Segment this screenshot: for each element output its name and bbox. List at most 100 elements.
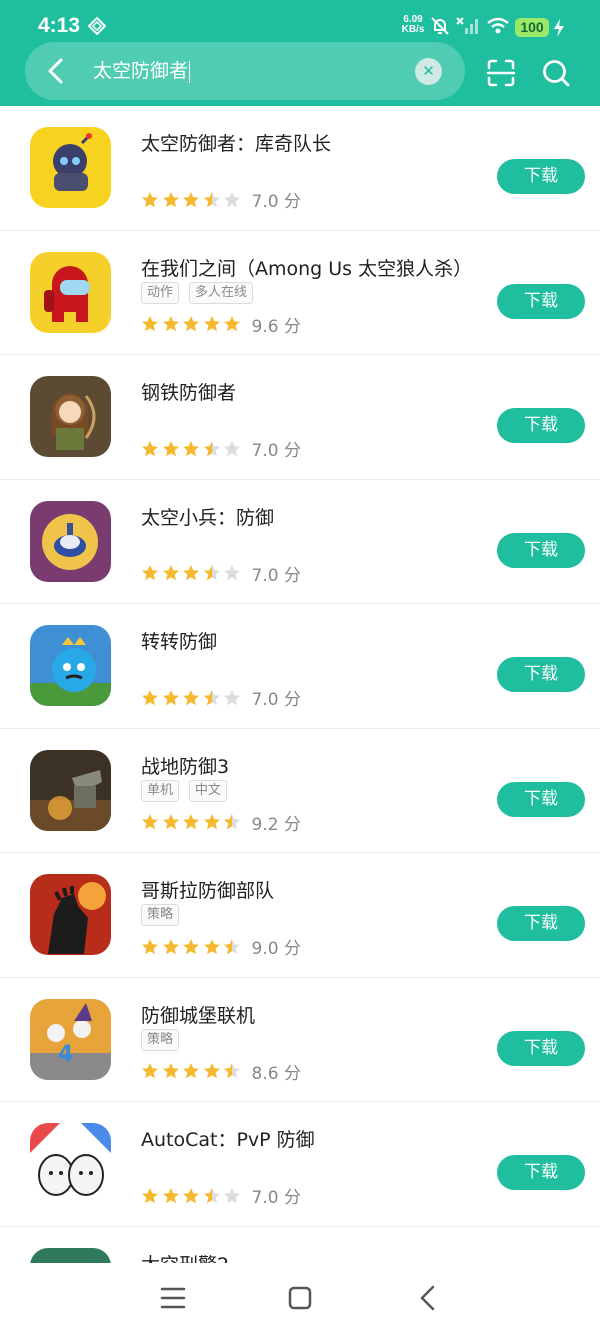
app-name[interactable]: 防御城堡联机 xyxy=(141,1001,255,1028)
app-list-item[interactable]: 钢铁防御者 7.0 分 下载 xyxy=(0,355,600,480)
app-list-item[interactable]: 哥斯拉防御部队 策略 9.0 分 下载 xyxy=(0,853,600,978)
app-tag: 单机 xyxy=(141,779,180,802)
battlefield-defense-icon[interactable] xyxy=(30,749,111,831)
star-full-icon xyxy=(142,565,158,581)
download-button[interactable]: 下载 xyxy=(497,532,585,568)
star-half-icon xyxy=(203,565,220,581)
back-arrow-icon[interactable] xyxy=(40,54,74,88)
star-full-icon xyxy=(203,814,220,830)
star-full-icon xyxy=(183,689,199,705)
search-input[interactable]: 太空防御者 xyxy=(93,58,191,84)
app-list-item[interactable]: 太空小兵：防御 7.0 分 下载 xyxy=(0,480,600,604)
app-name[interactable]: AutoCat：PvP 防御 xyxy=(141,1125,315,1152)
app-score: 7.0 分 xyxy=(251,565,301,586)
space-defender-icon[interactable] xyxy=(30,127,111,208)
search-bar xyxy=(25,42,465,100)
among-us-icon[interactable] xyxy=(30,251,111,333)
status-time: 4:13 xyxy=(38,14,81,37)
castle-defense-icon[interactable]: 4 xyxy=(30,998,111,1080)
app-list-item[interactable]: 战地防御3 单机 中文 9.2 分 下载 xyxy=(0,729,600,853)
star-half-icon xyxy=(203,1187,220,1203)
app-list-item[interactable]: 4 防御城堡联机 策略 8.6 分 下载 xyxy=(0,978,600,1102)
search-query-text: 太空防御者 xyxy=(93,60,189,82)
download-button[interactable]: 下载 xyxy=(497,906,585,941)
app-rating: 7.0 分 xyxy=(141,561,301,586)
app-score: 7.0 分 xyxy=(251,1188,301,1208)
app-score: 7.0 分 xyxy=(251,441,301,461)
search-icon[interactable] xyxy=(541,58,571,88)
download-button[interactable]: 下载 xyxy=(497,408,585,443)
app-list-item[interactable]: 太空防御者：库奇队长 7.0 分 下载 xyxy=(0,106,600,231)
clear-search-button[interactable]: ✕ xyxy=(415,58,442,85)
star-empty-icon xyxy=(224,689,240,705)
app-name[interactable]: 战地防御3 xyxy=(141,752,229,779)
app-score: 8.6 分 xyxy=(251,1063,301,1084)
app-name[interactable]: 太空防御者：库奇队长 xyxy=(141,129,331,156)
space-soldier-icon[interactable] xyxy=(30,500,111,582)
app-rating: 7.0 分 xyxy=(141,685,301,710)
star-full-icon xyxy=(162,316,179,332)
battery-level: 100 xyxy=(515,18,549,37)
star-full-icon xyxy=(142,689,158,705)
app-tag: 策略 xyxy=(141,904,180,926)
star-empty-icon xyxy=(224,1187,240,1203)
app-name[interactable]: 在我们之间（Among Us 太空狼人杀） xyxy=(141,254,472,281)
star-half-icon xyxy=(224,814,240,830)
star-full-icon xyxy=(162,1063,179,1079)
download-button[interactable]: 下载 xyxy=(497,1155,585,1190)
back-nav-icon[interactable] xyxy=(413,1283,443,1313)
star-full-icon xyxy=(142,191,158,207)
download-button[interactable]: 下载 xyxy=(497,283,585,319)
star-half-icon xyxy=(203,191,220,207)
star-full-icon xyxy=(162,814,179,830)
star-full-icon xyxy=(183,1187,199,1203)
app-name[interactable]: 钢铁防御者 xyxy=(141,378,236,405)
app-tags: 动作 多人在线 xyxy=(141,281,263,305)
app-score: 9.2 分 xyxy=(251,814,301,835)
star-full-icon xyxy=(162,689,179,705)
star-full-icon xyxy=(142,440,158,456)
download-button[interactable]: 下载 xyxy=(497,159,585,194)
star-full-icon xyxy=(183,191,199,207)
app-rating: 7.0 分 xyxy=(141,187,301,212)
star-full-icon xyxy=(203,1063,220,1079)
menu-icon[interactable] xyxy=(158,1283,188,1313)
app-name[interactable]: 太空小兵：防御 xyxy=(141,503,274,530)
star-full-icon xyxy=(162,938,179,954)
scan-icon[interactable] xyxy=(486,58,516,88)
star-half-icon xyxy=(203,440,220,456)
network-speed: 6.09 KB/s xyxy=(401,14,425,35)
app-name[interactable]: 转转防御 xyxy=(141,627,217,654)
vpn-diamond-icon xyxy=(88,17,106,35)
spin-defense-icon[interactable] xyxy=(30,625,111,706)
home-square-icon[interactable] xyxy=(285,1283,315,1313)
no-signal-icon xyxy=(456,17,478,34)
app-tags: 策略 xyxy=(141,903,189,927)
app-list: 太空防御者：库奇队长 7.0 分下载 在我们之间（Among Us 太空狼人杀） 动作… xyxy=(0,106,600,1333)
top-header: 4:13 6.09 KB/s 100 太空防御者 ✕ xyxy=(0,0,600,106)
app-list-item[interactable]: 在我们之间（Among Us 太空狼人杀） 动作 多人在线 9.6 分 下载 xyxy=(0,231,600,355)
app-list-item[interactable]: 转转防御 7.0 分 下载 xyxy=(0,604,600,729)
app-rating: 9.2 分 xyxy=(141,810,301,835)
star-half-icon xyxy=(224,938,240,954)
download-button[interactable]: 下载 xyxy=(497,781,585,817)
app-score: 7.0 分 xyxy=(251,192,301,212)
star-full-icon xyxy=(183,440,199,456)
app-name[interactable]: 哥斯拉防御部队 xyxy=(141,876,274,903)
app-tags: 策略 xyxy=(141,1028,189,1052)
godzilla-icon[interactable] xyxy=(30,874,111,955)
app-score: 9.6 分 xyxy=(251,316,301,337)
app-rating: 9.0 分 xyxy=(141,934,301,959)
star-half-icon xyxy=(224,1063,240,1079)
text-caret xyxy=(189,60,191,83)
app-score: 7.0 分 xyxy=(251,690,301,710)
app-rating: 9.6 分 xyxy=(141,312,301,337)
autocat-icon[interactable] xyxy=(30,1123,111,1204)
download-button[interactable]: 下载 xyxy=(497,657,585,692)
star-half-icon xyxy=(203,689,220,705)
charging-bolt-icon xyxy=(554,19,564,37)
star-full-icon xyxy=(183,1063,199,1079)
steel-defender-icon[interactable] xyxy=(30,376,111,457)
download-button[interactable]: 下载 xyxy=(497,1030,585,1066)
app-list-item[interactable]: AutoCat：PvP 防御 7.0 分 下载 xyxy=(0,1102,600,1227)
